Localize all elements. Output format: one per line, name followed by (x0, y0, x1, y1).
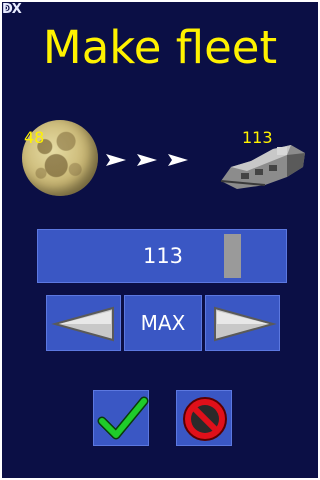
fleet-ship-count: 113 (242, 128, 273, 147)
left-arrow-icon (51, 306, 114, 342)
slider-value: 113 (142, 244, 184, 268)
fleet-size-slider[interactable]: 113 (37, 229, 287, 283)
cancel-icon (183, 397, 227, 441)
increase-button[interactable] (205, 295, 280, 351)
decrease-button[interactable] (46, 295, 121, 351)
transfer-arrows-icon (106, 154, 188, 166)
make-fleet-screen: ↁX Make fleet 48 113 113 MAX (2, 2, 318, 478)
max-button[interactable]: MAX (124, 295, 202, 351)
max-label: MAX (140, 311, 186, 335)
right-arrow-icon (214, 306, 277, 342)
slider-thumb[interactable] (224, 234, 241, 278)
planet-ship-count: 48 (24, 128, 45, 147)
corner-mark: ↁX (2, 2, 22, 17)
cancel-button[interactable] (176, 390, 232, 446)
page-title: Make fleet (42, 21, 278, 74)
confirm-button[interactable] (93, 390, 149, 446)
checkmark-icon (97, 396, 149, 440)
